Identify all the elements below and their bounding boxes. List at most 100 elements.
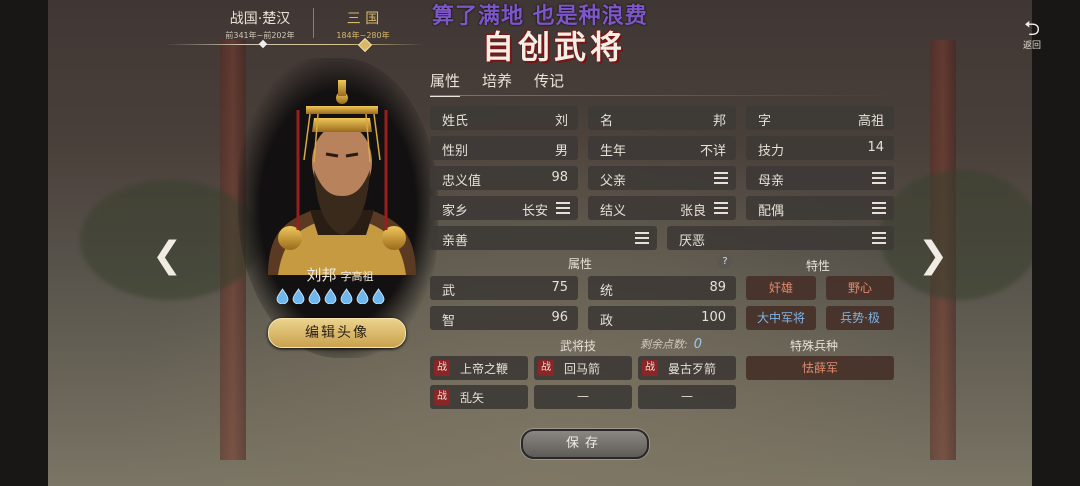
rank-drop-icon: [372, 288, 385, 304]
era-name: 三 国: [346, 11, 380, 27]
era-warring-states[interactable]: 战国·楚汉 前341年~前202年: [205, 8, 315, 41]
stat-zhi[interactable]: 智 96: [430, 306, 578, 330]
trait-badge[interactable]: 兵势·极: [826, 306, 894, 330]
surname-field[interactable]: 姓氏 刘: [430, 106, 578, 130]
skills-title: 武将技: [560, 339, 597, 353]
field-label: 配偶: [758, 204, 785, 219]
stat-wu[interactable]: 武 75: [430, 276, 578, 300]
hero-portrait: [268, 80, 416, 275]
courtesy-name-field[interactable]: 字 高祖: [746, 106, 894, 130]
field-label: 生年: [600, 144, 627, 159]
list-menu-icon[interactable]: [872, 232, 886, 244]
skill-slot[interactable]: 战 曼古歹箭: [638, 356, 736, 380]
empty-slot-dash: —: [577, 389, 589, 403]
field-label: 父亲: [600, 174, 627, 189]
stat-tong[interactable]: 统 89: [588, 276, 736, 300]
field-value: 男: [554, 144, 568, 159]
background-tree: [880, 170, 1040, 300]
skill-slot-empty[interactable]: —: [534, 385, 632, 409]
skill-name: 曼古歹箭: [668, 362, 717, 376]
back-label: 返回: [1022, 41, 1041, 51]
field-label: 忠义值: [442, 174, 482, 189]
field-label: 亲善: [442, 234, 469, 249]
field-value: 高祖: [857, 114, 884, 129]
father-field[interactable]: 父亲: [588, 166, 736, 190]
loyalty-field[interactable]: 忠义值 98: [430, 166, 578, 190]
stat-label: 政: [600, 314, 614, 329]
stats-title: 属性: [568, 257, 593, 271]
skill-slot[interactable]: 战 乱矢: [430, 385, 528, 409]
friendly-field[interactable]: 亲善: [430, 226, 657, 250]
empty-slot-dash: —: [681, 389, 693, 403]
battle-tag-icon: 战: [434, 360, 450, 376]
era-three-kingdoms[interactable]: 三 国 184年~280年: [323, 8, 403, 41]
era-timeline: [165, 44, 425, 45]
stat-label: 武: [442, 284, 456, 299]
right-edge: [1032, 0, 1080, 486]
tab-bar: 属性 培养 传记: [430, 70, 564, 97]
stat-value: 96: [551, 310, 568, 325]
tab-biography[interactable]: 传记: [534, 70, 564, 97]
trait-badge[interactable]: 奸雄: [746, 276, 816, 300]
next-hero-arrow[interactable]: ❯: [918, 238, 948, 274]
remaining-label: 剩余点数:: [640, 338, 688, 351]
rank-drop-icon: [356, 288, 369, 304]
list-menu-icon[interactable]: [714, 202, 728, 214]
hero-name: 刘邦: [306, 266, 337, 284]
trait-badge[interactable]: 大中军将: [746, 306, 816, 330]
trait-badge[interactable]: 野心: [826, 276, 894, 300]
save-button[interactable]: 保存: [521, 429, 649, 459]
special-troop-title: 特殊兵种: [790, 339, 839, 353]
list-menu-icon[interactable]: [872, 172, 886, 184]
special-troop-badge[interactable]: 怯薛军: [746, 356, 894, 380]
field-label: 名: [600, 114, 614, 129]
skill-power-field: 技力 14: [746, 136, 894, 160]
edit-portrait-button[interactable]: 编辑头像: [268, 318, 406, 348]
spouse-field[interactable]: 配偶: [746, 196, 894, 220]
rank-drop-icon: [308, 288, 321, 304]
field-value: 长安: [521, 204, 548, 219]
rank-drop-icon: [292, 288, 305, 304]
previous-hero-arrow[interactable]: ❮: [152, 238, 182, 274]
rank-drop-icon: [324, 288, 337, 304]
page-title: 自创武将: [482, 28, 627, 66]
back-button[interactable]: ⮌ 返回: [1014, 18, 1050, 51]
tab-divider: [430, 95, 896, 96]
field-label: 字: [758, 114, 772, 129]
rank-drop-icon: [340, 288, 353, 304]
mother-field[interactable]: 母亲: [746, 166, 894, 190]
birth-year-field[interactable]: 生年 不详: [588, 136, 736, 160]
left-edge: [0, 0, 48, 486]
list-menu-icon[interactable]: [714, 172, 728, 184]
remaining-value: 0: [693, 337, 702, 352]
field-label: 结义: [600, 204, 627, 219]
hero-rank-drops: [276, 288, 385, 304]
stat-zheng[interactable]: 政 100: [588, 306, 736, 330]
list-menu-icon[interactable]: [872, 202, 886, 214]
field-label: 家乡: [442, 204, 469, 219]
sworn-sibling-field[interactable]: 结义 张良: [588, 196, 736, 220]
stat-value: 75: [551, 280, 568, 295]
skill-slot[interactable]: 战 上帝之鞭: [430, 356, 528, 380]
hometown-field[interactable]: 家乡 长安: [430, 196, 578, 220]
help-icon[interactable]: ?: [718, 255, 732, 269]
list-menu-icon[interactable]: [635, 232, 649, 244]
field-value: 不详: [699, 144, 726, 159]
hero-name-plate: 刘邦 字高祖: [236, 264, 444, 285]
list-menu-icon[interactable]: [556, 202, 570, 214]
battle-tag-icon: 战: [434, 389, 450, 405]
dislike-field[interactable]: 厌恶: [667, 226, 894, 250]
skill-slot[interactable]: 战 回马箭: [534, 356, 632, 380]
skill-slot-empty[interactable]: —: [638, 385, 736, 409]
gender-field[interactable]: 性别 男: [430, 136, 578, 160]
field-value: 14: [867, 140, 884, 155]
skill-name: 乱矢: [460, 391, 485, 405]
skill-name: 回马箭: [564, 362, 601, 376]
tab-training[interactable]: 培养: [482, 70, 512, 97]
field-value: 邦: [712, 114, 726, 129]
rank-drop-icon: [276, 288, 289, 304]
stat-label: 统: [600, 284, 614, 299]
field-label: 姓氏: [442, 114, 469, 129]
tab-attributes[interactable]: 属性: [430, 70, 461, 97]
given-name-field[interactable]: 名 邦: [588, 106, 736, 130]
